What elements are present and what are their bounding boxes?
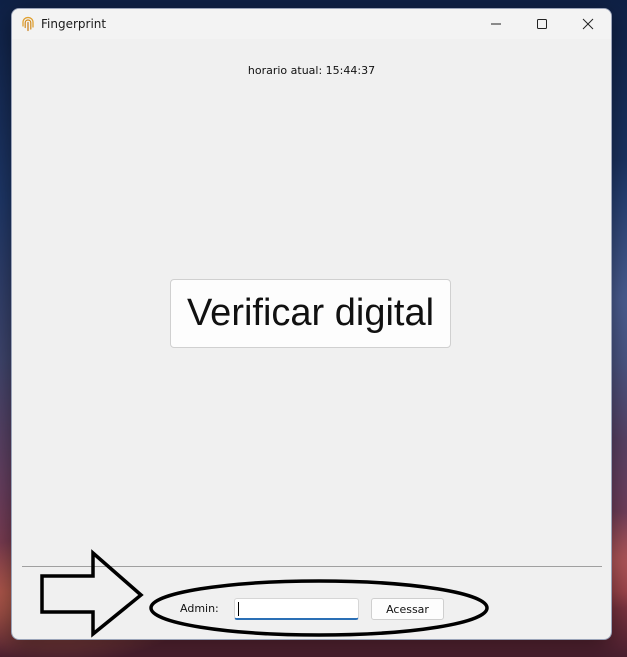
verify-fingerprint-button[interactable]: Verificar digital: [170, 279, 451, 348]
maximize-icon: [537, 19, 547, 29]
text-caret: [238, 602, 239, 616]
admin-label: Admin:: [180, 602, 219, 615]
window-title: Fingerprint: [41, 17, 107, 31]
close-button[interactable]: [565, 9, 611, 39]
minimize-icon: [491, 23, 501, 25]
current-time-label: horario atual: 15:44:37: [247, 64, 376, 77]
admin-password-input[interactable]: [234, 598, 359, 620]
maximize-button[interactable]: [519, 9, 565, 39]
close-icon: [582, 18, 594, 30]
app-window: Fingerprint horario atual: 15:44:37 Veri…: [11, 8, 612, 640]
minimize-button[interactable]: [473, 9, 519, 39]
fingerprint-icon: [22, 16, 34, 32]
title-bar[interactable]: Fingerprint: [12, 9, 611, 39]
access-button[interactable]: Acessar: [371, 598, 444, 620]
footer-separator: [22, 566, 602, 567]
